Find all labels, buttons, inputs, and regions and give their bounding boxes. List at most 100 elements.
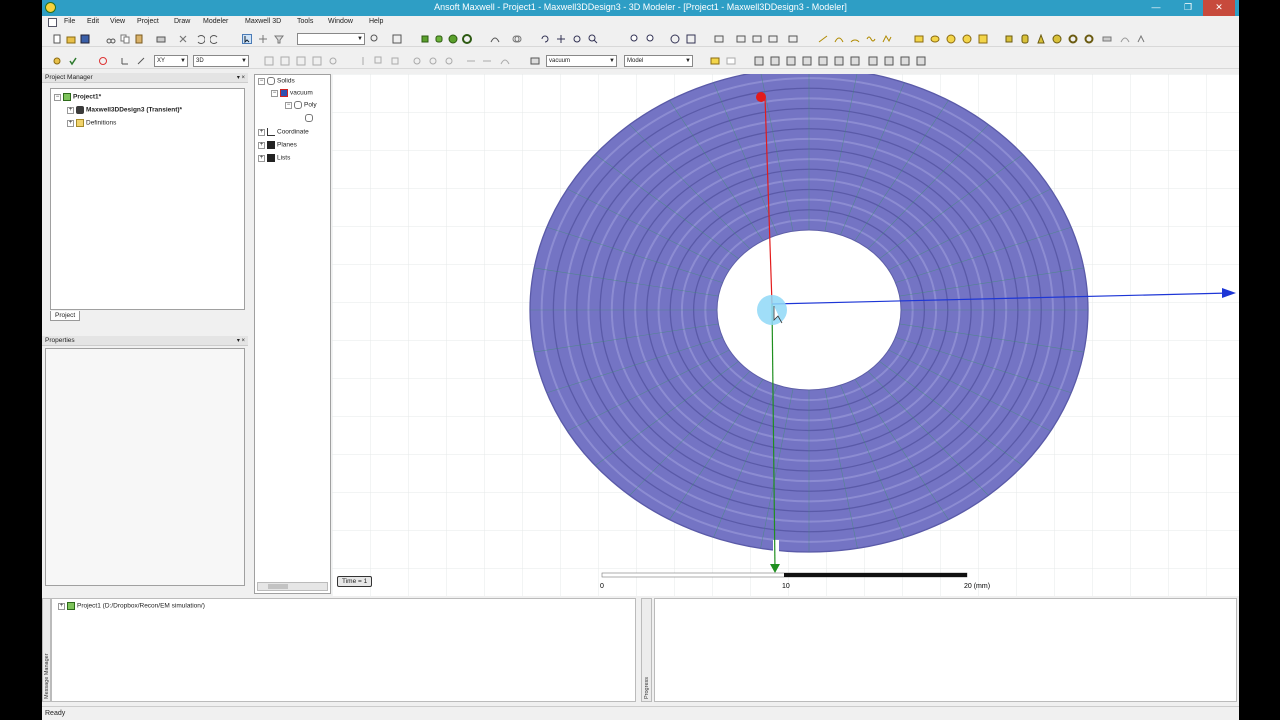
snap-vertex-icon[interactable] [280, 56, 290, 66]
open-icon[interactable] [66, 34, 76, 44]
tree-item-coordinate[interactable]: + Coordinate [258, 128, 309, 136]
material-icon[interactable] [530, 56, 540, 66]
dynamic-zoom-icon[interactable] [572, 34, 582, 44]
helix-icon[interactable] [1084, 34, 1094, 44]
animate-icon[interactable] [834, 56, 844, 66]
view-orient-icon[interactable] [788, 34, 798, 44]
rotate-icon[interactable] [540, 34, 550, 44]
message-item-project[interactable]: + Project1 (D:/Dropbox/Recon/EM simulatio… [58, 602, 205, 610]
import-icon[interactable] [900, 56, 910, 66]
draw-cylinder-icon[interactable] [434, 34, 444, 44]
material-combo[interactable]: vacuum ▼ [546, 55, 617, 67]
cylinder-solid-icon[interactable] [1020, 34, 1030, 44]
assign-excitation-icon[interactable] [710, 56, 720, 66]
coordinate-system-icon[interactable] [120, 56, 130, 66]
snap-grid-icon[interactable] [264, 56, 274, 66]
line-icon[interactable] [818, 34, 828, 44]
move-icon[interactable] [258, 34, 268, 44]
tree-item-solids[interactable]: − Solids [258, 77, 295, 85]
tree-item-project[interactable]: − Project1* [54, 93, 101, 101]
field-overlay-icon[interactable] [818, 56, 828, 66]
results-icon[interactable] [802, 56, 812, 66]
tree-item-planes[interactable]: + Planes [258, 141, 297, 149]
new-icon[interactable] [52, 34, 62, 44]
export-icon[interactable] [884, 56, 894, 66]
zoom-in-icon[interactable] [630, 34, 640, 44]
cut-icon[interactable] [106, 34, 116, 44]
undo-icon[interactable] [195, 34, 205, 44]
viewport-canvas[interactable]: 0 10 20 (mm) [332, 74, 1239, 596]
snap-face-icon[interactable] [312, 56, 322, 66]
optimetrics-icon[interactable] [786, 56, 796, 66]
menu-file[interactable]: File [64, 18, 75, 25]
menu-help[interactable]: Help [369, 18, 383, 25]
menu-window[interactable]: Window [328, 18, 353, 25]
zoom-icon[interactable] [588, 34, 598, 44]
3d-viewport[interactable]: 0 10 20 (mm) Time = 1 [332, 74, 1239, 596]
properties-pin-close[interactable]: ▾ × [237, 336, 245, 346]
close-button[interactable]: ✕ [1203, 0, 1235, 16]
analyze-icon[interactable] [98, 56, 108, 66]
draw-box-icon[interactable] [420, 34, 430, 44]
arc-icon[interactable] [850, 34, 860, 44]
view-top-icon[interactable] [736, 34, 746, 44]
unite-icon[interactable] [412, 56, 422, 66]
region-icon[interactable] [978, 34, 988, 44]
view-results-icon[interactable] [868, 56, 878, 66]
user-defined-primitive-icon[interactable] [1136, 34, 1146, 44]
view-iso-icon[interactable] [768, 34, 778, 44]
plane-combo[interactable]: XY ▼ [154, 55, 188, 67]
sphere-solid-icon[interactable] [1052, 34, 1062, 44]
spline-icon[interactable] [834, 34, 844, 44]
draw-torus-icon[interactable] [462, 34, 472, 44]
ellipse-icon[interactable] [930, 34, 940, 44]
view-front-icon[interactable] [714, 34, 724, 44]
grid-icon[interactable] [392, 34, 402, 44]
sweep-along-icon[interactable] [500, 56, 510, 66]
filter-icon[interactable] [274, 34, 284, 44]
snap-center-icon[interactable] [328, 56, 338, 66]
torus-solid-icon[interactable] [1068, 34, 1078, 44]
grid-settings-icon[interactable] [916, 56, 926, 66]
set-analysis-icon[interactable] [770, 56, 780, 66]
regular-polygon-icon[interactable] [962, 34, 972, 44]
assign-boundary-icon[interactable] [726, 56, 736, 66]
horizontal-scrollbar[interactable] [257, 582, 328, 591]
zoom-fit-icon[interactable] [370, 34, 380, 44]
equation-curve-icon[interactable] [866, 34, 876, 44]
sweep-icon[interactable] [490, 34, 500, 44]
model-mode-combo[interactable]: Model ▼ [624, 55, 693, 67]
scrollbar-thumb[interactable] [268, 584, 288, 589]
validate-icon[interactable] [68, 56, 78, 66]
menu-project[interactable]: Project [137, 18, 159, 25]
bondwire-icon[interactable] [1120, 34, 1130, 44]
dimension-combo[interactable]: 3D ▼ [193, 55, 249, 67]
view-side-icon[interactable] [752, 34, 762, 44]
menu-modeler[interactable]: Modeler [203, 18, 228, 25]
rectangle-icon[interactable] [914, 34, 924, 44]
collapse-icon[interactable]: − [54, 93, 61, 101]
tree-item-poly[interactable]: − Poly [285, 101, 317, 109]
report-icon[interactable] [850, 56, 860, 66]
mesh-operation-icon[interactable] [754, 56, 764, 66]
save-icon[interactable] [80, 34, 90, 44]
tree-item-poly-command[interactable] [305, 114, 315, 122]
subtract-icon[interactable] [428, 56, 438, 66]
menu-draw[interactable]: Draw [174, 18, 190, 25]
draw-sphere-icon[interactable] [448, 34, 458, 44]
boolean-icon[interactable] [512, 34, 522, 44]
expand-icon[interactable]: + [67, 119, 74, 127]
fit-selection-icon[interactable] [686, 34, 696, 44]
tree-item-definitions[interactable]: + Definitions [67, 119, 116, 127]
separate-icon[interactable] [482, 56, 492, 66]
zoom-out-icon[interactable] [646, 34, 656, 44]
spiral-icon[interactable] [1102, 34, 1112, 44]
expand-icon[interactable]: + [67, 106, 74, 114]
print-icon[interactable] [156, 34, 166, 44]
tree-item-vacuum[interactable]: − vacuum [271, 89, 313, 97]
selection-combo[interactable]: ▼ [297, 33, 365, 45]
tree-item-lists[interactable]: + Lists [258, 154, 290, 162]
tab-project[interactable]: Project [50, 311, 81, 321]
relative-cs-icon[interactable] [136, 56, 146, 66]
select-icon[interactable] [242, 34, 252, 44]
